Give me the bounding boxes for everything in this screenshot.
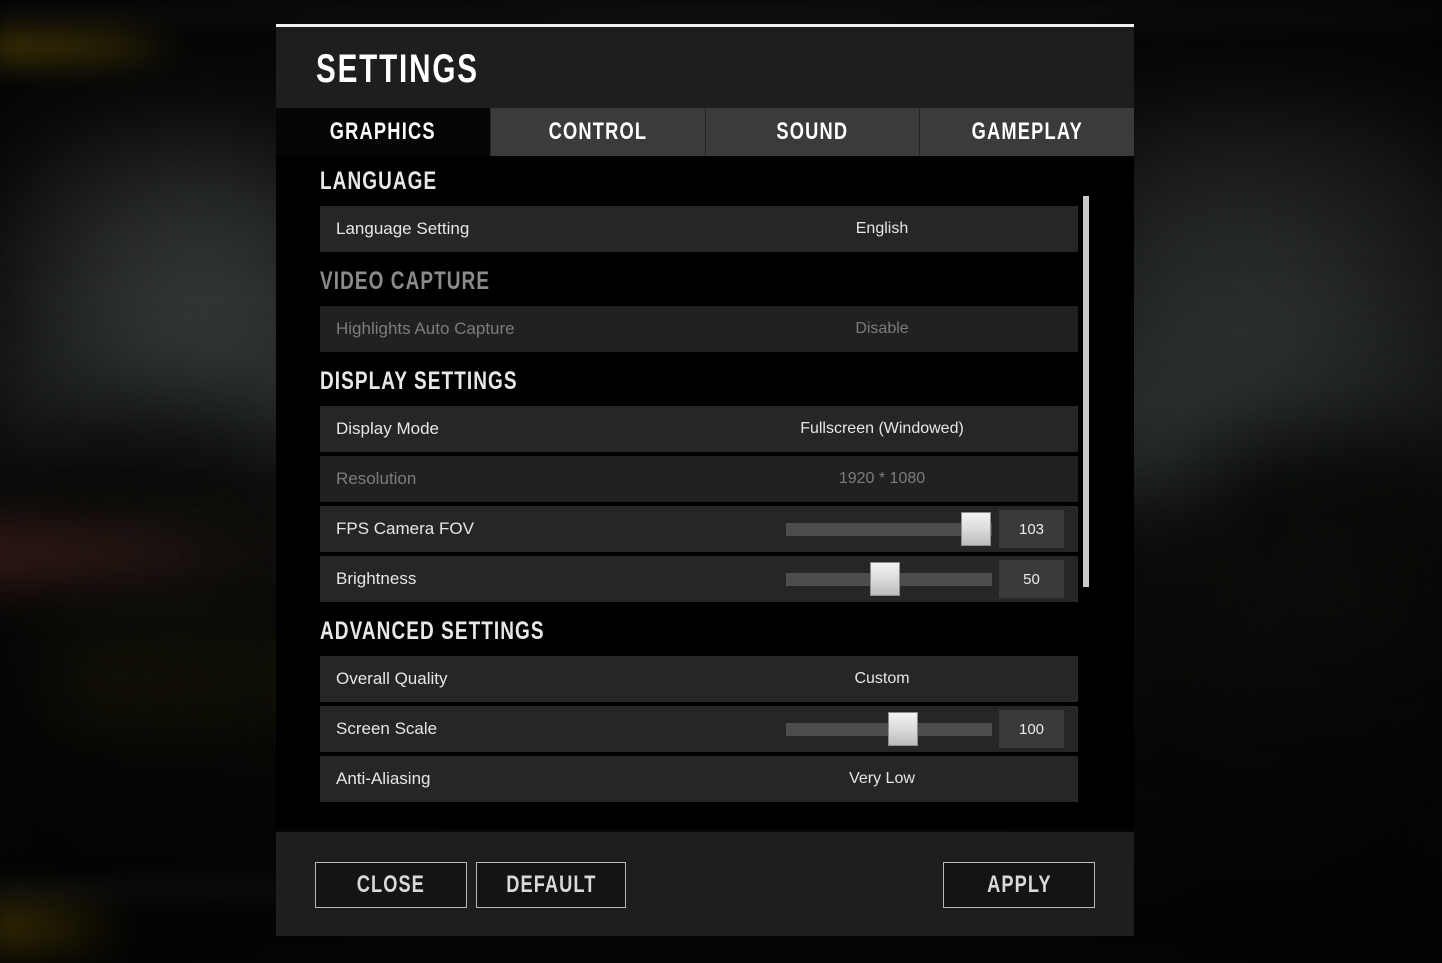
default-button[interactable]: DEFAULT	[476, 862, 626, 908]
slider-handle[interactable]	[888, 712, 919, 746]
slider-value-box: 100	[999, 710, 1064, 748]
dialog-title-bar: SETTINGS	[276, 27, 1134, 108]
slider-value-box: 103	[999, 510, 1064, 548]
tab-label: CONTROL	[548, 118, 647, 145]
tab-graphics[interactable]: GRAPHICS	[276, 108, 491, 156]
settings-list: LANGUAGE Language Setting English VIDEO CAP…	[320, 156, 1078, 806]
setting-label: Language Setting	[336, 219, 470, 238]
section-header-wrap: VIDEO CAPTURE	[320, 256, 1078, 306]
tab-label: SOUND	[776, 118, 849, 145]
setting-slider[interactable]: 103	[786, 506, 1064, 552]
setting-label: Overall Quality	[336, 669, 448, 688]
setting-value: Fullscreen (Windowed)	[800, 420, 964, 437]
settings-row[interactable]: Display Mode Fullscreen (Windowed)	[320, 406, 1078, 452]
setting-value: 1920 * 1080	[838, 470, 926, 487]
button-label: APPLY	[986, 871, 1052, 898]
setting-value: Disable	[855, 320, 909, 337]
slider-value-box: 50	[999, 560, 1064, 598]
settings-dialog: SETTINGS GRAPHICS CONTROL SOUND GAMEPLAY LA…	[276, 24, 1134, 936]
settings-row: Resolution 1920 * 1080	[320, 456, 1078, 502]
section-heading: LANGUAGE	[320, 167, 438, 195]
button-label: CLOSE	[356, 871, 426, 898]
section-header-wrap: ADVANCED SETTINGS	[320, 606, 1078, 656]
tab-sound[interactable]: SOUND	[705, 108, 921, 156]
settings-row: Highlights Auto Capture Disable	[320, 306, 1078, 352]
settings-row[interactable]: Anti-Aliasing Very Low	[320, 756, 1078, 802]
settings-content: LANGUAGE Language Setting English VIDEO CAP…	[276, 156, 1134, 829]
tab-control[interactable]: CONTROL	[490, 108, 706, 156]
setting-label: Screen Scale	[336, 719, 438, 738]
scrollbar-thumb[interactable]	[1083, 196, 1089, 587]
setting-label: Highlights Auto Capture	[336, 319, 515, 338]
setting-slider[interactable]: 50	[786, 556, 1064, 602]
setting-value: English	[855, 220, 909, 237]
page-title: SETTINGS	[316, 47, 479, 91]
settings-row[interactable]: FPS Camera FOV 103	[320, 506, 1078, 552]
settings-row[interactable]: Overall Quality Custom	[320, 656, 1078, 702]
slider-handle[interactable]	[869, 562, 900, 596]
settings-row[interactable]: Language Setting English	[320, 206, 1078, 252]
setting-value: Very Low	[849, 770, 915, 787]
section-heading: DISPLAY SETTINGS	[320, 367, 518, 395]
settings-row[interactable]: Screen Scale 100	[320, 706, 1078, 752]
setting-label: Display Mode	[336, 419, 439, 438]
settings-row[interactable]: Brightness 50	[320, 556, 1078, 602]
button-label: DEFAULT	[505, 871, 597, 898]
setting-label: Anti-Aliasing	[336, 769, 431, 788]
section-heading: VIDEO CAPTURE	[320, 267, 491, 295]
section-header-wrap: LANGUAGE	[320, 156, 1078, 206]
setting-value: Custom	[854, 670, 910, 687]
tab-gameplay[interactable]: GAMEPLAY	[920, 108, 1134, 156]
section-header-wrap: DISPLAY SETTINGS	[320, 356, 1078, 406]
section-heading: ADVANCED SETTINGS	[320, 617, 545, 645]
setting-label: FPS Camera FOV	[336, 519, 474, 538]
apply-button[interactable]: APPLY	[943, 862, 1095, 908]
setting-label: Resolution	[336, 469, 417, 488]
setting-label: Brightness	[336, 569, 417, 588]
tab-bar: GRAPHICS CONTROL SOUND GAMEPLAY	[276, 108, 1134, 156]
slider-handle[interactable]	[960, 512, 991, 546]
setting-slider[interactable]: 100	[786, 706, 1064, 752]
tab-label: GRAPHICS	[329, 118, 436, 145]
close-button[interactable]: CLOSE	[315, 862, 467, 908]
tab-label: GAMEPLAY	[971, 118, 1083, 145]
dialog-footer: CLOSE DEFAULT APPLY	[276, 832, 1134, 936]
